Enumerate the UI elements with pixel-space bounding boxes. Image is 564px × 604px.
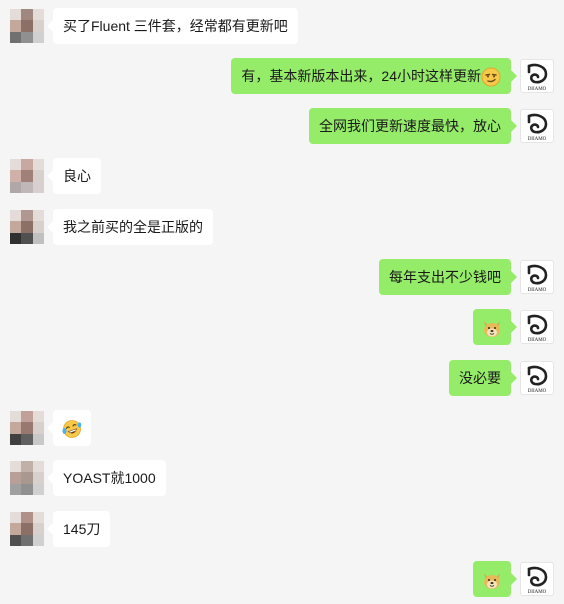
contact-avatar[interactable] — [10, 461, 44, 495]
message-text: 有，基本新版本出来，24小时这样更新 — [241, 68, 481, 84]
message-row: 我之前买的全是正版的 — [0, 207, 564, 247]
my-avatar[interactable]: DIIAMO — [520, 562, 554, 596]
contact-avatar[interactable] — [10, 9, 44, 43]
message-bubble-outgoing[interactable]: 全网我们更新速度最快，放心 — [309, 108, 517, 144]
my-avatar[interactable]: DIIAMO — [520, 310, 554, 344]
message-row: 有，基本新版本出来，24小时这样更新 DIIAMO — [0, 56, 564, 96]
contact-avatar[interactable] — [10, 210, 44, 244]
brand-logo-icon: DIIAMO — [528, 314, 548, 343]
svg-text:DIIAMO: DIIAMO — [528, 389, 547, 394]
message-bubble-outgoing[interactable] — [473, 309, 517, 345]
smirk-face-emoji — [481, 67, 501, 87]
brand-logo-icon: DIIAMO — [528, 264, 548, 293]
message-row: 全网我们更新速度最快，放心 DIIAMO — [0, 106, 564, 146]
message-bubble-incoming[interactable]: 我之前买的全是正版的 — [47, 209, 213, 245]
svg-text:DIIAMO: DIIAMO — [528, 137, 547, 142]
my-avatar[interactable]: DIIAMO — [520, 59, 554, 93]
contact-avatar[interactable] — [10, 411, 44, 445]
my-avatar[interactable]: DIIAMO — [520, 109, 554, 143]
contact-avatar[interactable] — [10, 512, 44, 546]
contact-avatar[interactable] — [10, 159, 44, 193]
svg-text:DIIAMO: DIIAMO — [528, 288, 547, 293]
message-bubble-outgoing[interactable]: 没必要 — [449, 360, 517, 396]
message-row — [0, 408, 564, 448]
message-row: 买了Fluent 三件套，经常都有更新吧 — [0, 6, 564, 46]
message-bubble-outgoing[interactable]: 有，基本新版本出来，24小时这样更新 — [231, 58, 517, 94]
brand-logo-icon: DIIAMO — [528, 566, 548, 595]
svg-text:DIIAMO: DIIAMO — [528, 590, 547, 595]
message-bubble-outgoing[interactable] — [473, 561, 517, 597]
message-row: DIIAMO — [0, 559, 564, 599]
message-bubble-outgoing[interactable]: 每年支出不少钱吧 — [379, 259, 517, 295]
message-bubble-incoming[interactable]: 良心 — [47, 158, 101, 194]
message-row: 145刀 — [0, 509, 564, 549]
message-bubble-incoming[interactable]: YOAST就1000 — [47, 460, 166, 496]
message-row: 没必要 DIIAMO — [0, 358, 564, 398]
doge-emoji — [484, 573, 500, 590]
message-bubble-incoming[interactable] — [47, 410, 91, 446]
message-row: 良心 — [0, 156, 564, 196]
pixelated-user-avatar-icon — [10, 461, 44, 495]
pixelated-user-avatar-icon — [10, 159, 44, 193]
svg-text:DIIAMO: DIIAMO — [528, 87, 547, 92]
my-avatar[interactable]: DIIAMO — [520, 260, 554, 294]
my-avatar[interactable]: DIIAMO — [520, 361, 554, 395]
message-row: DIIAMO — [0, 307, 564, 347]
doge-emoji — [484, 321, 500, 338]
message-bubble-incoming[interactable]: 买了Fluent 三件套，经常都有更新吧 — [47, 8, 298, 44]
pixelated-user-avatar-icon — [10, 9, 44, 43]
message-row: YOAST就1000 — [0, 458, 564, 498]
pixelated-user-avatar-icon — [10, 210, 44, 244]
svg-text:DIIAMO: DIIAMO — [528, 338, 547, 343]
pixelated-user-avatar-icon — [10, 512, 44, 546]
pixelated-user-avatar-icon — [10, 411, 44, 445]
message-row: 每年支出不少钱吧 DIIAMO — [0, 257, 564, 297]
message-bubble-incoming[interactable]: 145刀 — [46, 511, 111, 547]
brand-logo-icon: DIIAMO — [528, 113, 548, 142]
chat-message-list[interactable]: 买了Fluent 三件套，经常都有更新吧 有，基本新版本出来，24小时这样更新 … — [0, 0, 564, 604]
brand-logo-icon: DIIAMO — [528, 365, 548, 394]
laughing-tears-emoji — [62, 420, 82, 439]
brand-logo-icon: DIIAMO — [528, 63, 548, 92]
